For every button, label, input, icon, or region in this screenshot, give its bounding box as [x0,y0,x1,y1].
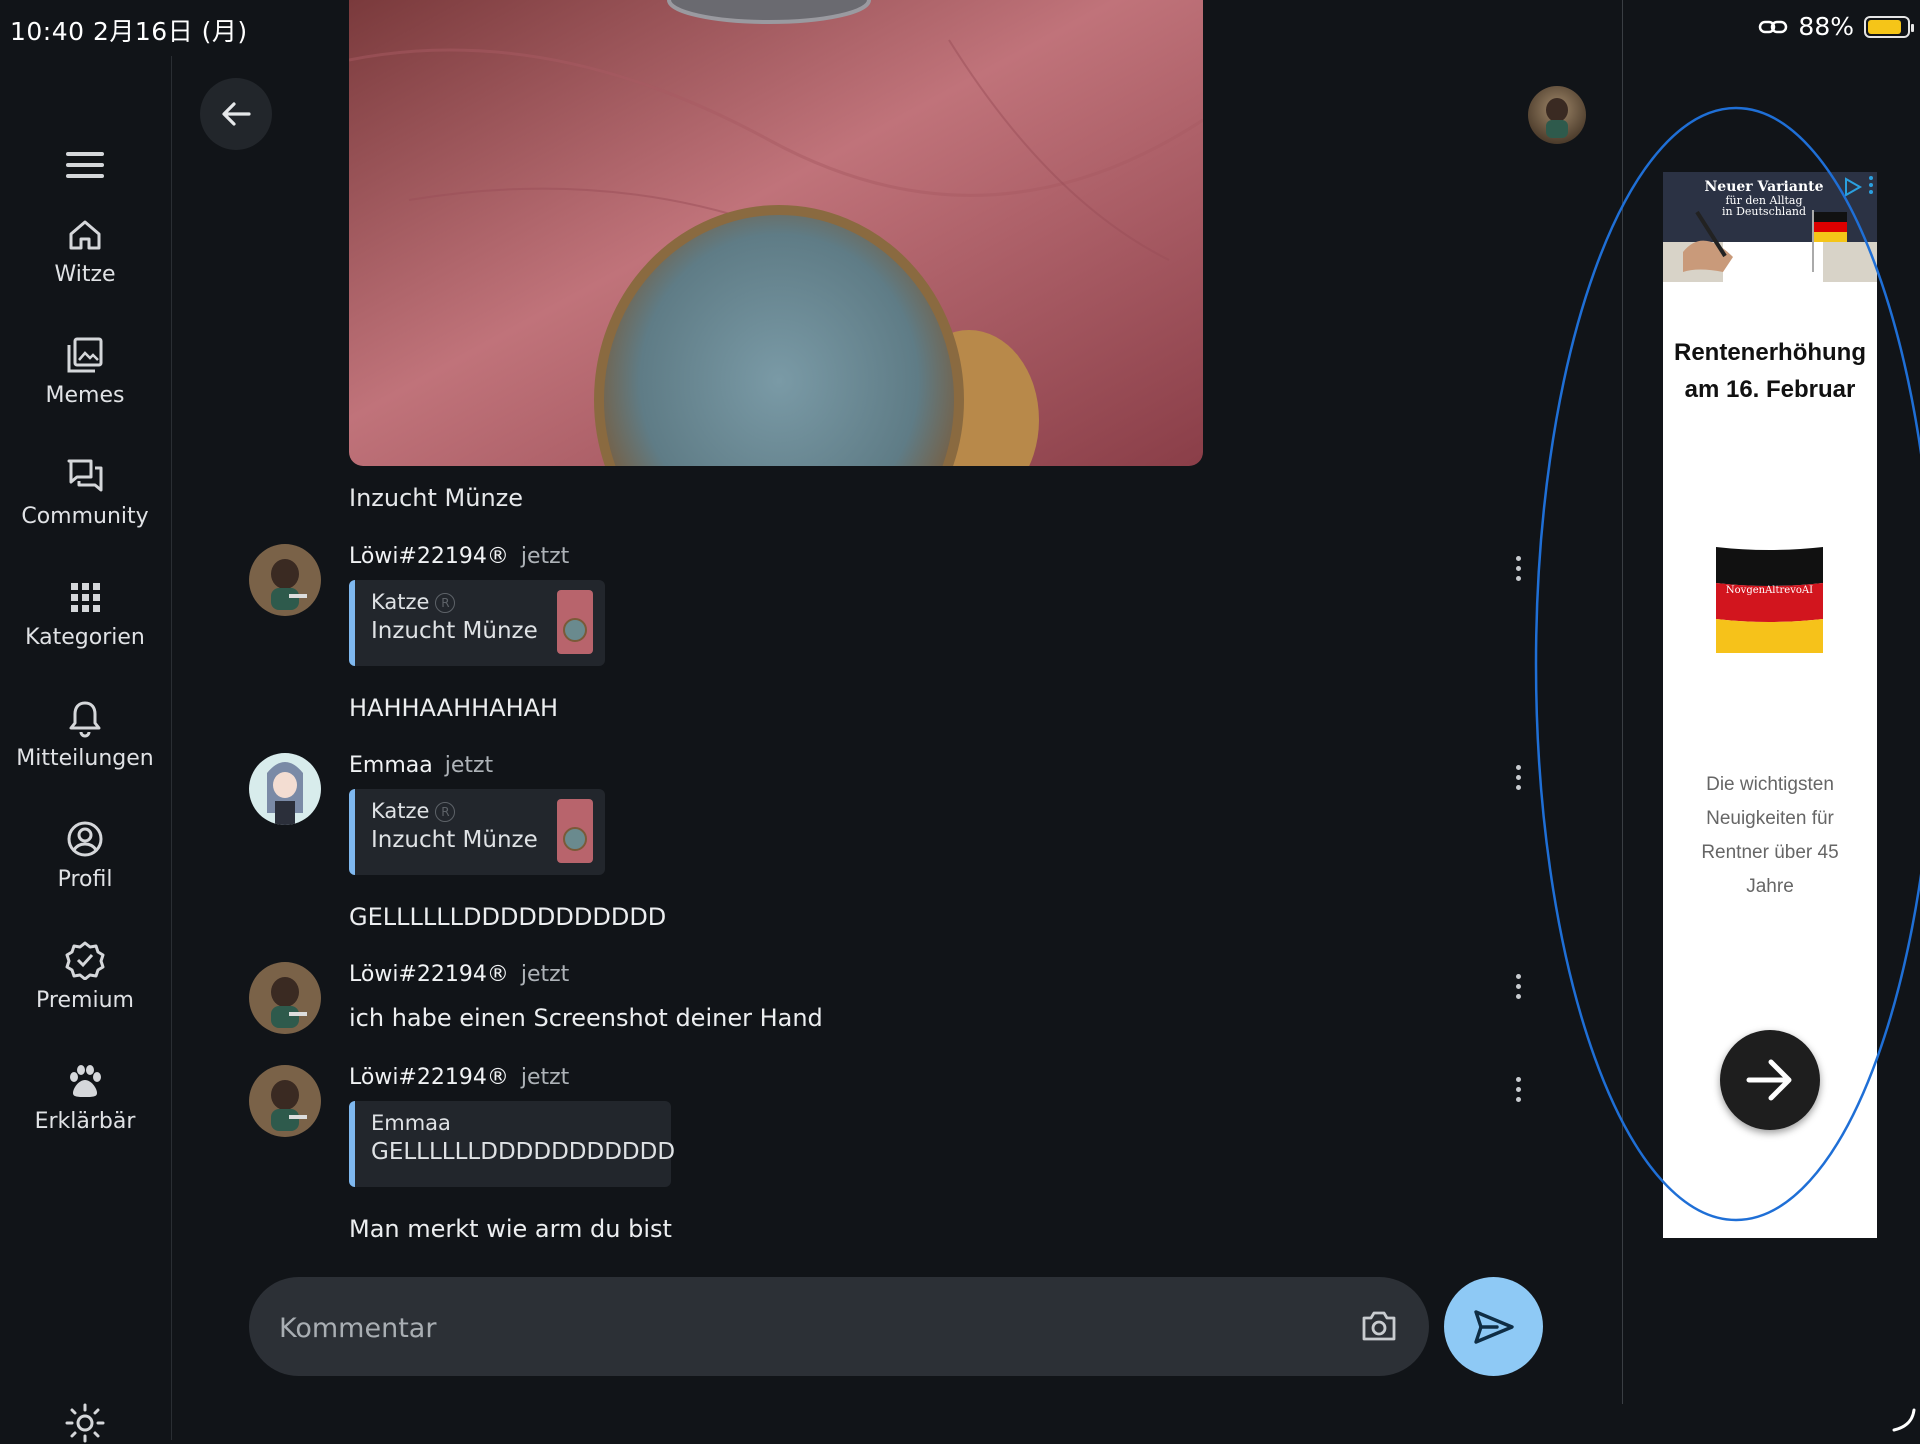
comment-time: jetzt [520,544,570,569]
verified-badge-icon [65,941,105,980]
arrow-back-icon [222,102,251,126]
home-icon [69,220,101,250]
sidebar-item-label: Erklärbär [34,1109,136,1134]
sidebar-item-profil[interactable]: Profil [0,819,170,892]
comment-author[interactable]: Löwi#22194® [349,544,509,569]
comment-header: Löwi#22194® jetzt [349,962,569,987]
sidebar-item-label: Mitteilungen [16,746,154,771]
status-time: 10:40 2月16日 (月) [10,17,248,46]
avatar[interactable] [249,544,321,616]
battery-icon [1864,15,1914,38]
comment-header: Löwi#22194® jetzt [349,1065,569,1090]
sidebar-item-label: Community [21,504,149,529]
more-vert-icon[interactable] [1513,1077,1523,1105]
sidebar-item-community[interactable]: Community [0,456,170,529]
comment-time: jetzt [520,962,570,987]
comment-time: jetzt [444,753,494,778]
comment-author[interactable]: Löwi#22194® [349,1065,509,1090]
quote-thumbnail [557,590,593,654]
link-icon [1759,20,1788,33]
account-circle-icon [67,821,103,857]
more-vert-icon[interactable] [1513,765,1523,793]
sidebar-item-premium[interactable]: Premium [0,940,170,1013]
paw-icon [70,1065,101,1097]
more-vert-icon[interactable] [1513,974,1523,1002]
battery-fill [1868,19,1902,34]
bell-icon [69,701,101,738]
quote-text: GELLLLLLDDDDDDDDDDD [371,1139,676,1165]
sidebar-item-label: Premium [36,988,134,1013]
quote-thumbnail [557,799,593,863]
send-icon [1473,1309,1514,1344]
avatar[interactable] [249,1065,321,1137]
send-button[interactable] [1444,1277,1543,1376]
post-caption: Inzucht Münze [349,484,524,512]
sidebar-item-witze[interactable]: Witze [0,214,170,287]
quoted-comment[interactable]: Katze R Inzucht Münze [349,789,605,875]
sidebar-item-label: Memes [45,383,125,408]
back-button[interactable] [200,78,272,150]
registered-icon: R [435,593,456,613]
sun-icon[interactable] [64,1402,106,1444]
annotation-ellipse [1534,106,1920,1222]
quote-author-row: Emmaa [371,1111,657,1135]
comment-header: Emmaa jetzt [349,753,493,778]
status-right: 88% [1758,12,1914,41]
forum-icon [67,459,103,492]
comment-time: jetzt [520,1065,570,1090]
post-image[interactable] [349,0,1203,466]
image-gallery-icon [67,337,103,373]
quoted-comment[interactable]: Katze R Inzucht Münze [349,580,605,666]
sidebar-item-label: Kategorien [25,625,145,650]
comment-text: GELLLLLLDDDDDDDDDDD [349,903,667,931]
camera-icon[interactable] [1359,1307,1399,1345]
avatar[interactable] [249,962,321,1034]
sidebar-item-erklärbär[interactable]: Erklärbär [0,1061,170,1134]
battery-percent: 88% [1798,12,1854,41]
comment-text: ich habe einen Screenshot deiner Hand [349,1004,823,1032]
comment-text: Man merkt wie arm du bist [349,1215,672,1243]
quoted-comment[interactable]: Emmaa GELLLLLLDDDDDDDDDDD [349,1101,676,1187]
more-vert-icon[interactable] [1513,556,1523,584]
resize-handle-icon [1892,1408,1916,1432]
sidebar: Witze Memes Community Kategorien Mitteilunge… [0,56,172,1443]
registered-icon: R [435,802,456,822]
comment-composer [249,1277,1429,1376]
comment-author[interactable]: Löwi#22194® [349,962,509,987]
quote-author: Katze [371,590,430,614]
sidebar-item-label: Profil [57,867,113,892]
sidebar-item-mitteilungen[interactable]: Mitteilungen [0,698,170,771]
sidebar-item-memes[interactable]: Memes [0,335,170,408]
hamburger-menu-icon[interactable] [66,152,104,182]
comment-header: Löwi#22194® jetzt [349,544,569,569]
quote-author: Katze [371,799,430,823]
avatar[interactable] [249,753,321,825]
quote-author: Emmaa [371,1111,451,1135]
comment-text: HAHHAAHHAHAH [349,694,559,722]
comment-input[interactable] [277,1305,1281,1351]
sidebar-item-label: Witze [54,262,116,287]
grid-icon [71,583,100,612]
comment-author[interactable]: Emmaa [349,753,433,778]
sidebar-item-kategorien[interactable]: Kategorien [0,577,170,650]
